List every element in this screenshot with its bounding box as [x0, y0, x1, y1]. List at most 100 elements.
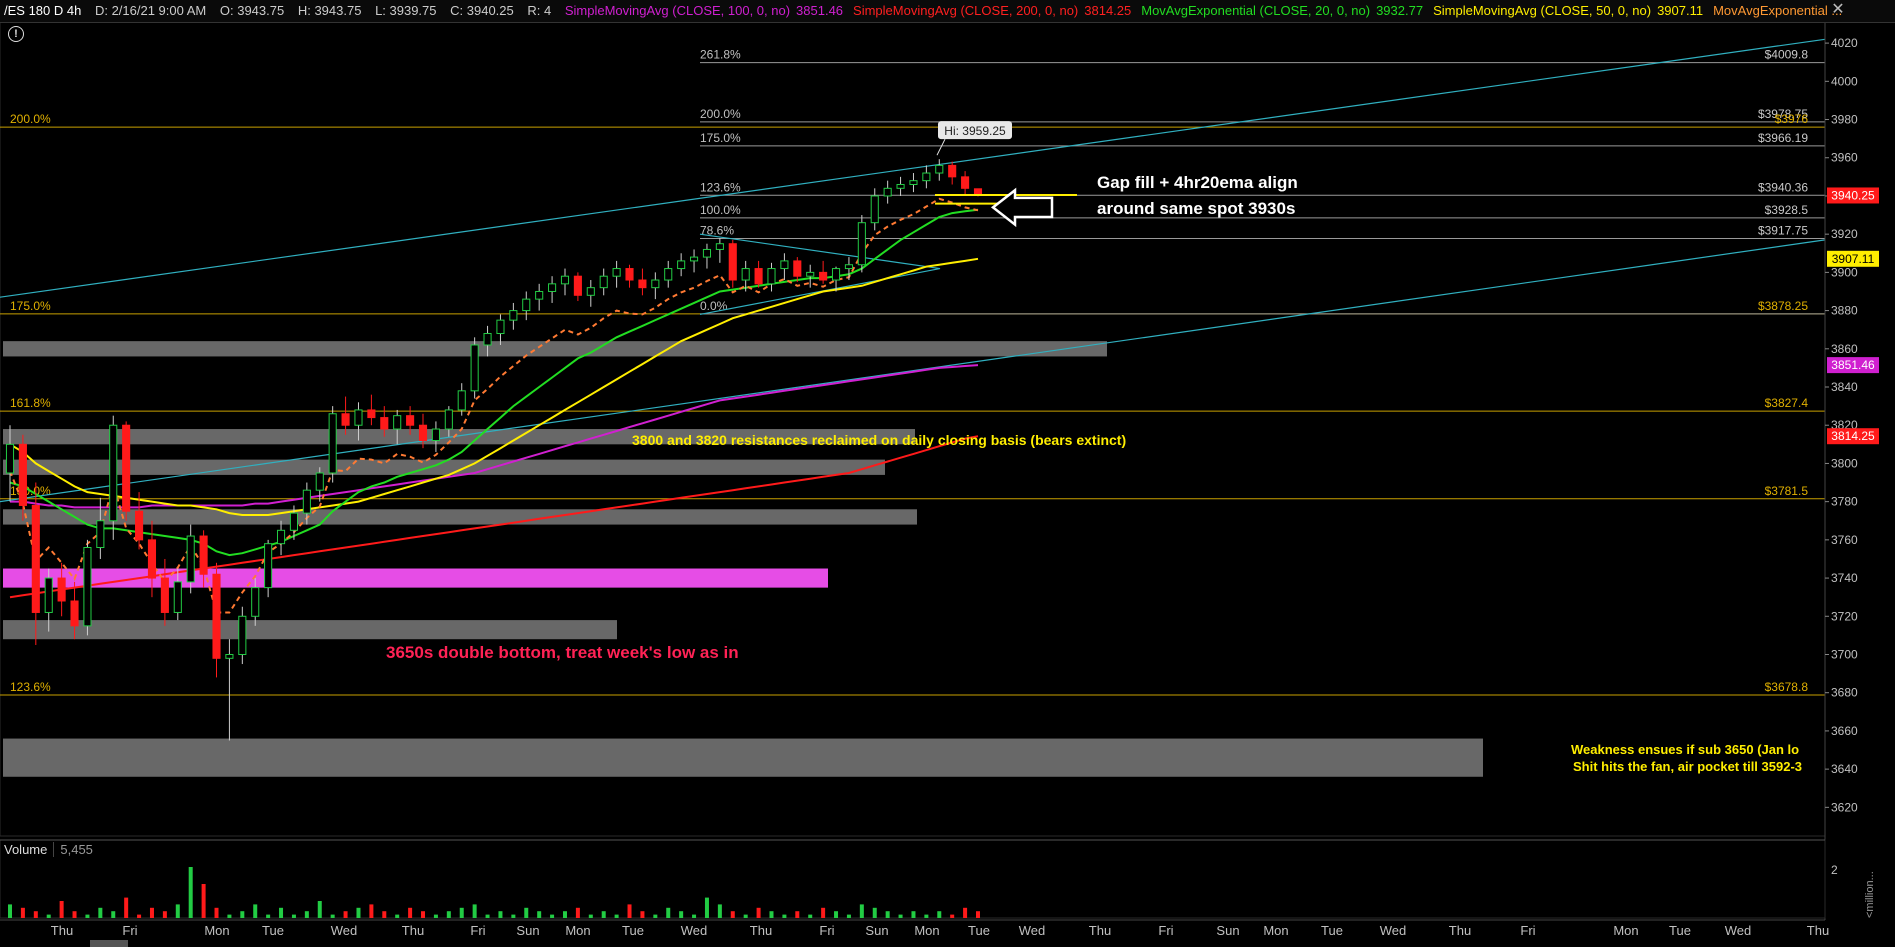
- y-tick-label: 3680: [1831, 686, 1858, 700]
- fib-label: 200.0%: [10, 112, 51, 126]
- x-tick-label: Mon: [1613, 923, 1638, 938]
- volume-bar: [898, 914, 903, 918]
- volume-bar: [433, 914, 438, 918]
- volume-bar: [162, 911, 167, 918]
- scrollbar-thumb: [90, 940, 128, 947]
- axis-badge-label: 3851.46: [1831, 358, 1875, 372]
- study-value: 3907.11: [1657, 3, 1704, 18]
- alert-icon[interactable]: !: [8, 26, 24, 42]
- candle-body: [83, 547, 92, 627]
- candle-body: [651, 279, 660, 289]
- candle-body: [870, 195, 879, 224]
- volume-bar: [149, 907, 154, 918]
- zone-rect: [3, 738, 1483, 777]
- study-label[interactable]: MovAvgExponential (CLOSE, 20, 0, no): [1141, 3, 1370, 18]
- candle-body: [664, 268, 673, 281]
- candle: [690, 249, 699, 273]
- close-icon[interactable]: ✕: [1829, 2, 1847, 20]
- candle-body: [522, 298, 531, 312]
- volume-bar: [369, 904, 374, 918]
- study-label[interactable]: SimpleMovingAvg (CLOSE, 50, 0, no): [1433, 3, 1651, 18]
- volume-bar: [846, 914, 851, 918]
- low-label: L: 3939.75: [375, 3, 437, 18]
- fib-label: 200.0%: [700, 107, 741, 121]
- y-tick-label: 3720: [1831, 609, 1858, 623]
- candle-body: [199, 535, 208, 575]
- volume-bar: [124, 897, 129, 918]
- study-label[interactable]: MovAvgExponential ...: [1713, 3, 1842, 18]
- study-label[interactable]: SimpleMovingAvg (CLOSE, 200, 0, no): [853, 3, 1078, 18]
- candle: [625, 264, 634, 288]
- symbol-label[interactable]: /ES 180 D 4h: [4, 3, 81, 18]
- x-tick-label: Sun: [865, 923, 888, 938]
- y-tick-label: 3620: [1831, 800, 1858, 814]
- candle-body: [690, 256, 699, 262]
- fib-label: 261.8%: [700, 48, 741, 62]
- volume-bar: [730, 911, 735, 918]
- candle: [857, 215, 866, 273]
- candle-body: [548, 283, 557, 292]
- volume-bar: [743, 914, 748, 918]
- volume-bar: [859, 904, 864, 918]
- weakness-note-line2: Shit hits the fan, air pocket till 3592-…: [1573, 759, 1803, 774]
- volume-bar: [46, 914, 51, 918]
- candle-body: [754, 268, 763, 285]
- candle-body: [586, 287, 595, 296]
- candle-body: [715, 243, 724, 250]
- candle-body: [431, 428, 440, 442]
- y-tick-label: 3640: [1831, 762, 1858, 776]
- volume-bar: [524, 907, 529, 918]
- fib-label: 175.0%: [700, 131, 741, 145]
- volume-label: Volume 5,455: [4, 842, 99, 857]
- candle-body: [328, 413, 337, 474]
- candle: [225, 639, 234, 741]
- candle: [702, 243, 712, 269]
- candle-body: [793, 260, 802, 277]
- volume-bar: [85, 914, 90, 918]
- candle: [780, 253, 789, 281]
- study-label[interactable]: SimpleMovingAvg (CLOSE, 100, 0, no): [565, 3, 790, 18]
- candle-body: [18, 443, 27, 506]
- candle-body: [535, 290, 544, 300]
- candle-body: [831, 268, 841, 281]
- price-level-label: $3976: [1775, 112, 1809, 126]
- volume-bar: [330, 914, 335, 918]
- x-tick-label: Wed: [1380, 923, 1407, 938]
- candle-body: [457, 390, 466, 411]
- candle-body: [31, 504, 40, 613]
- volume-bar: [704, 897, 709, 918]
- candle: [961, 171, 970, 196]
- x-tick-label: Sun: [516, 923, 539, 938]
- candle: [509, 302, 518, 330]
- candle-body: [922, 172, 931, 182]
- candle: [496, 314, 505, 345]
- candle: [664, 260, 673, 288]
- candle-body: [625, 268, 634, 281]
- channel-line: [0, 239, 1826, 503]
- x-tick-label: Fri: [470, 923, 485, 938]
- candle: [651, 272, 660, 300]
- volume-bar: [33, 911, 38, 918]
- volume-bar: [59, 901, 64, 918]
- price-chart[interactable]: 200.0%175.0%161.8%150.0%123.6%261.8%200.…: [0, 0, 1895, 947]
- y-tick-label: 3780: [1831, 495, 1858, 509]
- x-tick-label: Thu: [750, 923, 772, 938]
- candle-body: [857, 222, 866, 266]
- y-tick-label: 3880: [1831, 304, 1858, 318]
- candle-body: [302, 489, 311, 514]
- volume-bar: [627, 904, 632, 918]
- candle-body: [135, 510, 144, 541]
- candle: [276, 520, 286, 556]
- fib-label: 175.0%: [10, 299, 51, 313]
- x-tick-label: Thu: [1807, 923, 1829, 938]
- fib-label: 161.8%: [10, 396, 51, 410]
- gap-fill-note-line2: around same spot 3930s: [1097, 199, 1296, 218]
- x-tick-label: Wed: [1019, 923, 1046, 938]
- candle-body: [367, 409, 376, 419]
- candle: [122, 421, 131, 521]
- y-tick-label: 3960: [1831, 151, 1858, 165]
- volume-bar: [472, 904, 477, 918]
- volume-bar: [382, 911, 387, 918]
- x-tick-label: Sun: [1216, 923, 1239, 938]
- candle-body: [741, 268, 750, 281]
